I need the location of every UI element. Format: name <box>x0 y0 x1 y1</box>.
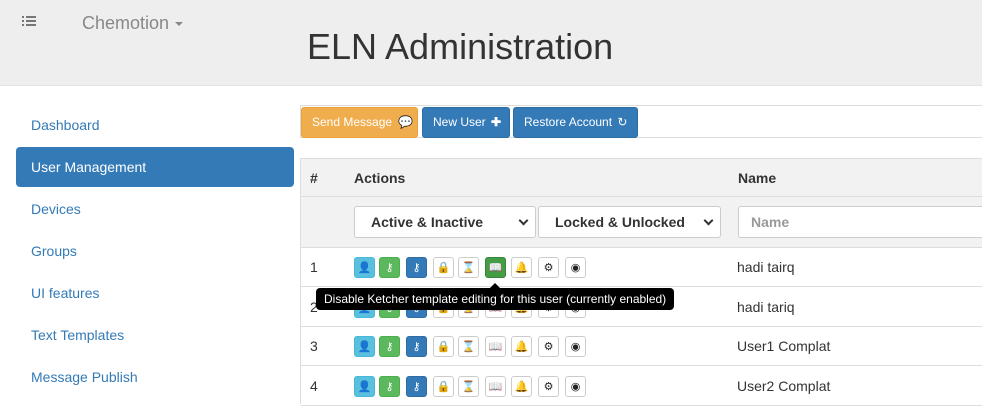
user-name: hadi tairq <box>737 259 795 275</box>
name-filter-placeholder: Name <box>751 214 790 230</box>
bell-icon[interactable]: 🔔 <box>511 336 532 357</box>
table-row: 3 👤 ⚷ ⚷ 🔒 ⌛ 📖 🔔 ⚙ ◉ User1 Complat <box>301 327 982 366</box>
active-filter-value: Active & Inactive <box>371 214 484 230</box>
user-icon[interactable]: 👤 <box>354 336 375 357</box>
sidebar-item-text-templates[interactable]: Text Templates <box>16 315 294 355</box>
key-icon[interactable]: ⚷ <box>379 376 400 397</box>
brand-dropdown[interactable]: Chemotion <box>82 13 184 34</box>
table-header: # Actions Name <box>301 159 982 197</box>
bell-icon[interactable]: 🔔 <box>511 257 532 278</box>
user-circle-icon[interactable]: ◉ <box>565 257 586 278</box>
tooltip: Disable Ketcher template editing for thi… <box>316 283 675 310</box>
refresh-icon: ↻ <box>617 115 628 129</box>
restore-account-label: Restore Account <box>524 115 613 129</box>
user-name: hadi tariq <box>737 299 795 315</box>
key-icon[interactable]: ⚷ <box>379 257 400 278</box>
user-circle-icon[interactable]: ◉ <box>565 336 586 357</box>
new-user-label: New User <box>433 115 486 129</box>
hourglass-icon[interactable]: ⌛ <box>458 257 479 278</box>
row-number: 4 <box>310 378 318 394</box>
locked-filter-value: Locked & Unlocked <box>555 214 685 230</box>
menu-toggle-icon[interactable] <box>22 15 38 29</box>
key-icon[interactable]: ⚷ <box>406 257 427 278</box>
lock-icon[interactable]: 🔒 <box>433 257 454 278</box>
active-filter-select[interactable]: Active & Inactive <box>354 206 536 238</box>
name-filter-input[interactable]: Name <box>738 206 982 238</box>
row-number: 3 <box>310 338 318 354</box>
table-row: 4 👤 ⚷ ⚷ 🔒 ⌛ 📖 🔔 ⚙ ◉ User2 Complat <box>301 367 982 406</box>
sidebar-item-user-management[interactable]: User Management <box>16 147 294 187</box>
top-navbar: Chemotion ELN Administration <box>0 0 982 86</box>
sidebar-item-dashboard[interactable]: Dashboard <box>16 105 294 145</box>
key-icon[interactable]: ⚷ <box>379 336 400 357</box>
plus-icon: ✚ <box>491 115 502 129</box>
user-name: User1 Complat <box>737 338 831 354</box>
key-icon[interactable]: ⚷ <box>406 376 427 397</box>
action-toolbar: Send Message 💬 New User ✚ Restore Accoun… <box>300 105 982 138</box>
gear-icon[interactable]: ⚙ <box>538 376 559 397</box>
user-icon[interactable]: 👤 <box>354 376 375 397</box>
column-header-name: Name <box>738 170 777 186</box>
sidebar: Dashboard User Management Devices Groups… <box>16 105 294 399</box>
sidebar-item-message-publish[interactable]: Message Publish <box>16 357 294 397</box>
sidebar-item-groups[interactable]: Groups <box>16 231 294 271</box>
user-circle-icon[interactable]: ◉ <box>565 376 586 397</box>
bell-icon[interactable]: 🔔 <box>511 376 532 397</box>
page-title: ELN Administration <box>307 26 614 67</box>
tooltip-arrow <box>490 283 500 288</box>
user-icon[interactable]: 👤 <box>354 257 375 278</box>
new-user-button[interactable]: New User ✚ <box>422 107 510 138</box>
locked-filter-select[interactable]: Locked & Unlocked <box>538 206 721 238</box>
chevron-down-icon <box>703 215 714 226</box>
caret-down-icon <box>175 22 184 27</box>
hourglass-icon[interactable]: ⌛ <box>458 336 479 357</box>
filter-row: Active & Inactive Locked & Unlocked Name <box>301 197 982 248</box>
key-icon[interactable]: ⚷ <box>406 336 427 357</box>
table-row: 1 👤 ⚷ ⚷ 🔒 ⌛ 📖 🔔 ⚙ ◉ hadi tairq <box>301 248 982 287</box>
lock-icon[interactable]: 🔒 <box>433 336 454 357</box>
tooltip-text: Disable Ketcher template editing for thi… <box>324 292 667 306</box>
restore-account-button[interactable]: Restore Account ↻ <box>513 107 638 138</box>
chevron-down-icon <box>518 215 529 226</box>
sidebar-item-devices[interactable]: Devices <box>16 189 294 229</box>
gear-icon[interactable]: ⚙ <box>538 336 559 357</box>
book-icon[interactable]: 📖 <box>485 376 506 397</box>
hourglass-icon[interactable]: ⌛ <box>458 376 479 397</box>
lock-icon[interactable]: 🔒 <box>433 376 454 397</box>
row-number: 1 <box>310 259 318 275</box>
book-icon[interactable]: 📖 <box>485 336 506 357</box>
user-table: # Actions Name Active & Inactive Locked … <box>300 158 982 406</box>
user-name: User2 Complat <box>737 378 831 394</box>
column-header-num: # <box>310 170 318 186</box>
gear-icon[interactable]: ⚙ <box>538 257 559 278</box>
column-header-actions: Actions <box>354 170 406 186</box>
send-message-button[interactable]: Send Message 💬 <box>301 107 418 138</box>
book-icon[interactable]: 📖 <box>485 257 506 278</box>
send-message-label: Send Message <box>312 115 393 129</box>
sidebar-item-ui-features[interactable]: UI features <box>16 273 294 313</box>
brand-label: Chemotion <box>82 13 170 33</box>
comment-icon: 💬 <box>398 115 414 129</box>
